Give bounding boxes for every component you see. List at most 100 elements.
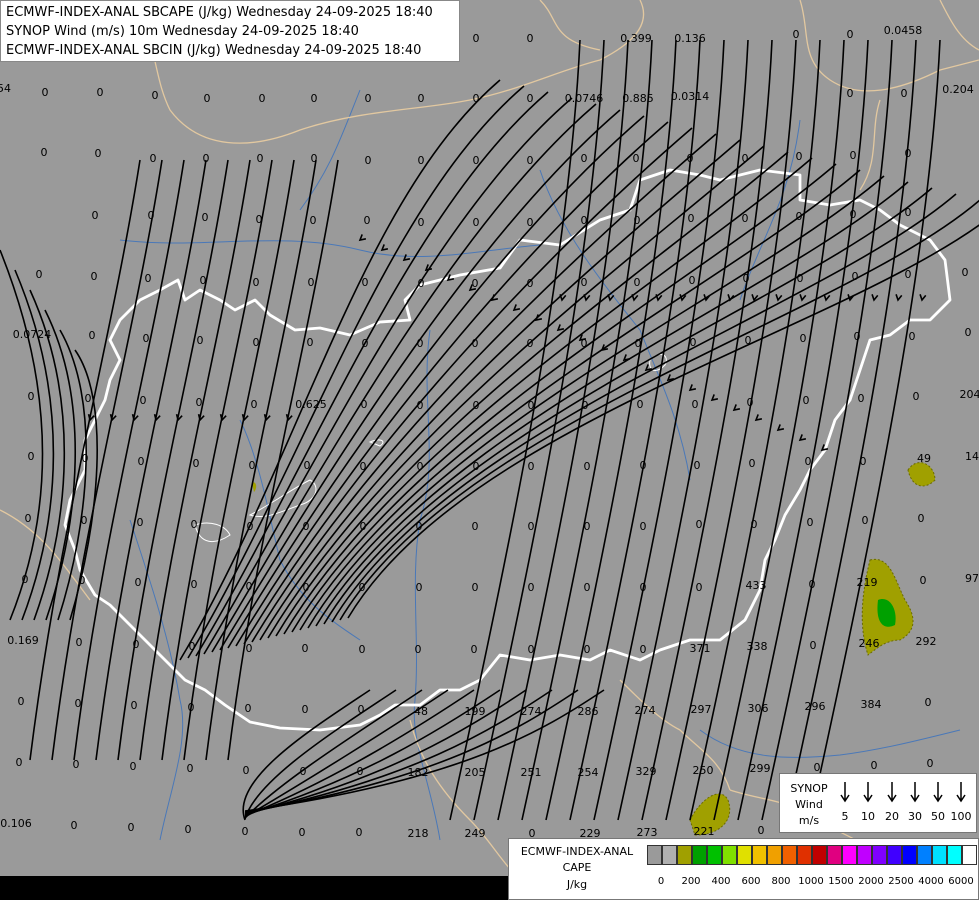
sbcin-value-label: 254 (578, 766, 599, 779)
sbcin-value-label: 0.399 (620, 32, 652, 45)
sbcin-value-label: 0 (528, 460, 535, 473)
sbcin-value-label: 0 (862, 514, 869, 527)
sbcin-value-label: 0 (185, 823, 192, 836)
cape-color-swatch (842, 845, 857, 865)
sbcin-value-label: 0 (362, 276, 369, 289)
sbcin-value-label: 0 (742, 212, 749, 225)
map-title-box: ECMWF-INDEX-ANAL SBCAPE (J/kg) Wednesday… (0, 0, 460, 62)
sbcin-value-label: 0 (308, 276, 315, 289)
sbcin-value-label: 0 (148, 209, 155, 222)
sbcin-value-label: 0 (745, 334, 752, 347)
sbcin-value-label: 0 (417, 337, 424, 350)
sbcin-value-label: 0 (357, 765, 364, 778)
arrow-down-icon (933, 782, 943, 803)
sbcin-value-label: 292 (916, 635, 937, 648)
sbcin-value-label: 0 (81, 514, 88, 527)
sbcin-value-label: 0 (528, 399, 535, 412)
sbcin-value-label: 205 (465, 766, 486, 779)
sbcin-value-label: 0 (203, 152, 210, 165)
sbcin-value-label: 0 (89, 329, 96, 342)
sbcin-value-label: 0 (145, 272, 152, 285)
sbcin-value-label: 0.136 (674, 32, 706, 45)
cape-tick-label: 0 (657, 876, 665, 887)
cape-color-swatch (917, 845, 932, 865)
weather-map: 0 0 0 0 0 0 0.399 0.136 0 0 0.0458 54 0 0 0 0 0 0 0 0 0 0 0.07… (0, 0, 979, 900)
sbcin-value-label: 0 (852, 270, 859, 283)
sbcin-value-label: 0 (635, 337, 642, 350)
sbcin-value-label: 0 (793, 28, 800, 41)
sbcin-value-label: 0 (696, 518, 703, 531)
cape-legend-subtitle: CAPE (562, 861, 592, 874)
sbcin-value-label: 0 (472, 337, 479, 350)
sbcin-value-label: 0 (257, 152, 264, 165)
sbcin-value-label: 0 (188, 701, 195, 714)
sbcin-value-label: 0 (191, 518, 198, 531)
sbcin-value-label: 0 (905, 206, 912, 219)
sbcin-value-label: 0 (361, 398, 368, 411)
sbcin-value-label: 0 (242, 825, 249, 838)
sbcin-value-label: 0 (810, 639, 817, 652)
sbcin-value-label: 0 (689, 274, 696, 287)
sbcin-value-label: 0 (640, 520, 647, 533)
sbcin-value-label: 0 (472, 277, 479, 290)
sbcin-value-label: 0 (584, 460, 591, 473)
sbcin-value-label: 306 (748, 702, 769, 715)
sbcin-value-label: 0 (79, 574, 86, 587)
sbcin-value-label: 0 (850, 149, 857, 162)
cape-color-swatch (932, 845, 947, 865)
sbcin-value-label: 0 (197, 334, 204, 347)
sbcin-value-label: 0 (640, 643, 647, 656)
sbcin-value-label: 0 (138, 455, 145, 468)
sbcin-value-label: 0 (365, 154, 372, 167)
sbcin-value-label: 0 (307, 336, 314, 349)
sbcin-value-label: 0 (854, 330, 861, 343)
sbcin-value-label: 0 (418, 216, 425, 229)
sbcin-value-label: 182 (408, 766, 429, 779)
wind-arrows (840, 782, 966, 803)
sbcin-value-label: 0 (18, 695, 25, 708)
sbcin-value-label: 296 (805, 700, 826, 713)
sbcin-value-label: 0 (246, 642, 253, 655)
sbcin-value-label: 0 (36, 268, 43, 281)
sbcin-value-label: 0 (927, 757, 934, 770)
sbcin-value-label: 199 (465, 705, 486, 718)
cape-color-swatch (692, 845, 707, 865)
sbcin-value-label: 0 (581, 152, 588, 165)
sbcin-value-label: 0 (860, 455, 867, 468)
sbcin-value-label: 0 (303, 520, 310, 533)
sbcin-value-label: 0 (358, 703, 365, 716)
sbcin-value-label: 0 (925, 696, 932, 709)
cape-tick-label: 800 (771, 876, 791, 887)
sbcin-value-label: 0 (687, 152, 694, 165)
sbcin-value-label: 329 (636, 765, 657, 778)
sbcin-value-label: 0 (749, 457, 756, 470)
sbcin-value-label: 0 (584, 581, 591, 594)
sbcin-value-label: 0 (473, 216, 480, 229)
sbcin-value-label: 0 (417, 460, 424, 473)
cape-color-swatch (662, 845, 677, 865)
title-line-wind: SYNOP Wind (m/s) 10m Wednesday 24-09-202… (6, 24, 359, 39)
sbcin-value-label: 0 (472, 520, 479, 533)
sbcin-value-label: 0 (803, 394, 810, 407)
sbcin-value-label: 0 (809, 578, 816, 591)
sbcin-value-label: 0 (527, 32, 534, 45)
sbcin-value-label: 0 (743, 272, 750, 285)
sbcin-value-label: 433 (746, 579, 767, 592)
sbcin-value-label: 14 (965, 450, 979, 463)
sbcin-value-label: 204 (960, 388, 979, 401)
sbcin-value-label: 0 (416, 581, 423, 594)
sbcin-value-label: 0 (634, 214, 641, 227)
sbcin-value-label: 0 (91, 270, 98, 283)
sbcin-value-label: 0 (747, 396, 754, 409)
cape-color-swatch (722, 845, 737, 865)
sbcin-value-label: 0 (797, 272, 804, 285)
sbcin-value-label: 0 (304, 459, 311, 472)
sbcin-value-label: 0 (582, 399, 589, 412)
sbcin-value-label: 0 (85, 392, 92, 405)
sbcin-value-label: 0 (688, 212, 695, 225)
sbcin-value-label: 0 (471, 643, 478, 656)
sbcin-value-label: 0 (905, 268, 912, 281)
sbcin-value-label: 0 (362, 337, 369, 350)
sbcin-value-label: 49 (917, 452, 931, 465)
sbcin-value-label: 0 (528, 520, 535, 533)
